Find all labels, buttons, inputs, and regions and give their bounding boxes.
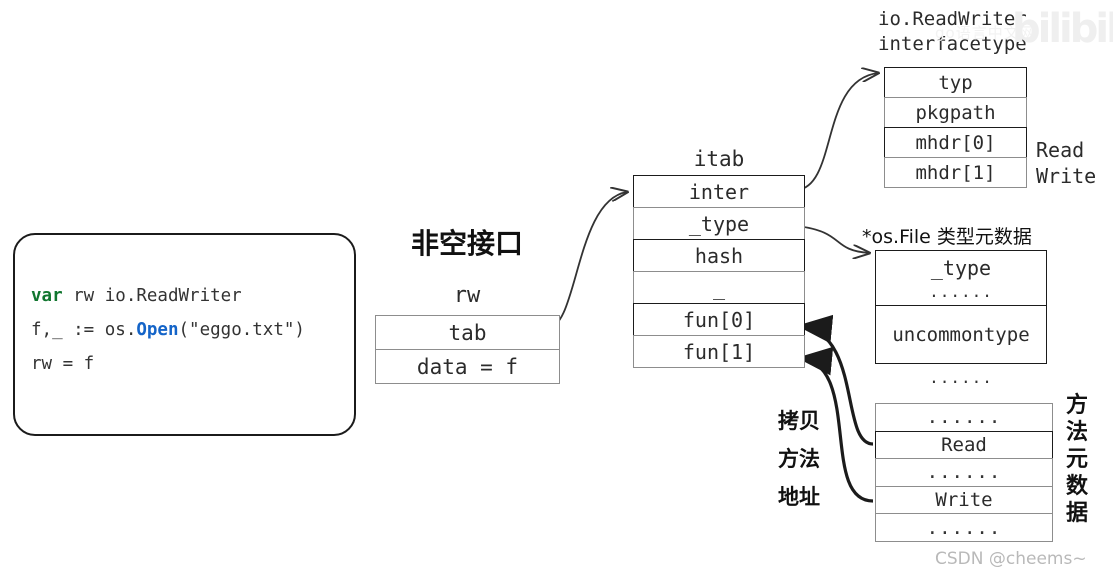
interfacetype-box: typ pkgpath mhdr[0] mhdr[1]	[884, 67, 1027, 191]
method-row-read: Read	[875, 430, 1053, 460]
csdn-credit: CSDN @cheems~	[935, 549, 1087, 569]
non-empty-interface-heading: 非空接口	[410, 227, 523, 260]
osfile-meta-caption: *os.File 类型元数据	[862, 226, 1032, 248]
method-meta-side-caption: 方 法 元 数 据	[1065, 393, 1088, 526]
code-snippet: var rw io.ReadWriter f,_ := os.Open("egg…	[31, 279, 305, 381]
osfile-meta-box: _type ...... uncommontype	[875, 250, 1047, 365]
interfacetype-row-typ: typ	[884, 67, 1027, 98]
itab-row-inter: inter	[633, 175, 805, 208]
interfacetype-side-label-read: Read	[1036, 138, 1085, 162]
interfacetype-side-label-write: Write	[1036, 164, 1097, 188]
osfile-row-type-label: _type	[930, 256, 992, 280]
code-function-open: Open	[136, 320, 179, 340]
itab-row-hash: hash	[633, 239, 805, 272]
arrow-inter-to-interfacetype	[796, 73, 878, 191]
itab-row-pad: _	[633, 271, 805, 304]
interfacetype-row-mhdr1: mhdr[1]	[884, 157, 1027, 188]
osfile-row-uncommontype: uncommontype	[875, 305, 1047, 364]
method-row-dots-1: ......	[875, 458, 1053, 487]
method-row-dots-0: ......	[875, 403, 1053, 432]
itab-row-fun0: fun[0]	[633, 303, 805, 336]
itab-caption: itab	[693, 147, 745, 171]
code-keyword-var: var	[31, 286, 63, 306]
itab-row-type: _type	[633, 207, 805, 240]
arrow-tab-to-itab	[546, 192, 627, 329]
iface-row-tab: tab	[375, 315, 560, 350]
method-meta-box: ...... Read ...... Write ......	[875, 403, 1053, 546]
bilibili-watermark: bilibili	[1012, 6, 1113, 52]
code-line3: rw = f	[31, 354, 95, 374]
diagram-canvas: var rw io.ReadWriter f,_ := os.Open("egg…	[0, 0, 1113, 578]
code-line2-pre: f,_ := os.	[31, 320, 137, 340]
code-card: var rw io.ReadWriter f,_ := os.Open("egg…	[13, 233, 356, 436]
method-row-write: Write	[875, 485, 1053, 515]
osfile-row-type: _type ......	[875, 250, 1047, 306]
itab-box: inter _type hash _ fun[0] fun[1]	[633, 175, 805, 373]
interfacetype-row-pkgpath: pkgpath	[884, 97, 1027, 128]
osfile-row-dots: ......	[929, 282, 993, 301]
arrow-type-to-osfile	[796, 225, 869, 253]
interfacetype-row-mhdr0: mhdr[0]	[884, 127, 1027, 158]
code-line2-post: ("eggo.txt")	[178, 320, 305, 340]
iface-row-data: data = f	[375, 349, 560, 384]
osfile-trailing-dots: ......	[929, 368, 993, 387]
itab-row-fun1: fun[1]	[633, 335, 805, 368]
code-line1-rest: rw io.ReadWriter	[62, 286, 242, 306]
method-row-dots-2: ......	[875, 513, 1053, 542]
iface-value-box: tab data = f	[375, 315, 560, 385]
rw-variable-label: rw	[453, 283, 481, 308]
copy-method-address-annotation: 拷贝 方法 地址	[778, 409, 820, 509]
